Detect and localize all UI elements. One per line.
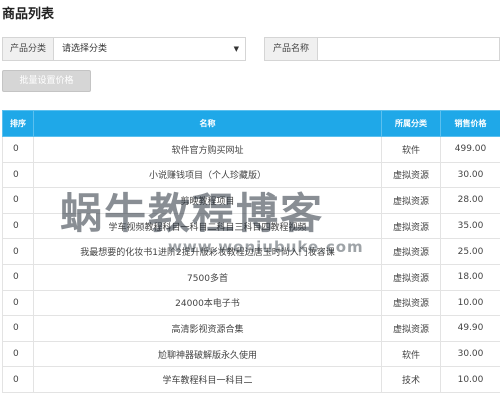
batch-set-price-button[interactable]: 批量设置价格 (2, 70, 91, 92)
table-header-row: 排序 名称 所属分类 销售价格 (2, 110, 500, 137)
filter-bar: 产品分类 请选择分类 ▼ 产品名称 (0, 37, 500, 61)
row-sort: 0 (2, 238, 34, 265)
row-sort: 0 (2, 289, 34, 317)
row-name: 学车教程科目一科目二 (33, 366, 382, 393)
row-category: 技术 (381, 366, 441, 393)
table-row[interactable]: 0 小说赚钱项目（个人珍藏版） 虚拟资源 30.00 (2, 161, 500, 189)
row-price: 35.00 (440, 212, 500, 240)
category-filter-label: 产品分类 (2, 37, 54, 61)
row-sort: 0 (2, 161, 34, 189)
table-row[interactable]: 0 学车视频教程科目一科目二科目三科目四教程视频 虚拟资源 35.00 (2, 212, 500, 240)
column-header-category[interactable]: 所属分类 (381, 110, 441, 137)
row-price: 18.00 (440, 263, 500, 291)
row-name: 小说赚钱项目（个人珍藏版） (33, 161, 382, 189)
row-name: 7500多首 (33, 263, 382, 291)
table-row[interactable]: 0 我最想要的化妆书1进阶2提升版彩妆教程边唐玉时尚入门妆容课 虚拟资源 25.… (2, 238, 500, 265)
row-price: 499.00 (440, 136, 500, 163)
row-name: 高清影视资源合集 (33, 315, 382, 342)
table-row[interactable]: 0 7500多首 虚拟资源 18.00 (2, 263, 500, 291)
row-name: 24000本电子书 (33, 289, 382, 317)
row-name: 学车视频教程科目一科目二科目三科目四教程视频 (33, 212, 382, 240)
row-category: 虚拟资源 (381, 212, 441, 240)
row-name: 剪映教程项目 (33, 187, 382, 214)
row-category: 虚拟资源 (381, 238, 441, 265)
row-sort: 0 (2, 340, 34, 368)
row-name: 我最想要的化妆书1进阶2提升版彩妆教程边唐玉时尚入门妆容课 (33, 238, 382, 265)
row-category: 软件 (381, 340, 441, 368)
row-category: 虚拟资源 (381, 161, 441, 189)
row-name: 软件官方购买网址 (33, 136, 382, 163)
row-category: 虚拟资源 (381, 263, 441, 291)
product-table: 排序 名称 所属分类 销售价格 0 软件官方购买网址 软件 499.00 0 小… (2, 110, 500, 393)
category-select-value: 请选择分类 (62, 44, 108, 54)
row-category: 软件 (381, 136, 441, 163)
table-row[interactable]: 0 剪映教程项目 虚拟资源 28.00 (2, 187, 500, 214)
row-sort: 0 (2, 187, 34, 214)
row-sort: 0 (2, 212, 34, 240)
column-header-name[interactable]: 名称 (33, 110, 382, 137)
row-price: 28.00 (440, 187, 500, 214)
column-header-price[interactable]: 销售价格 (440, 110, 500, 137)
row-category: 虚拟资源 (381, 187, 441, 214)
row-category: 虚拟资源 (381, 289, 441, 317)
row-sort: 0 (2, 136, 34, 163)
caret-down-icon: ▼ (233, 45, 239, 53)
row-price: 30.00 (440, 340, 500, 368)
row-price: 10.00 (440, 289, 500, 317)
category-select[interactable]: 请选择分类 ▼ (54, 37, 246, 61)
table-row[interactable]: 0 学车教程科目一科目二 技术 10.00 (2, 366, 500, 393)
row-price: 10.00 (440, 366, 500, 393)
row-price: 30.00 (440, 161, 500, 189)
row-sort: 0 (2, 263, 34, 291)
name-filter-label: 产品名称 (264, 37, 318, 61)
row-category: 虚拟资源 (381, 315, 441, 342)
column-header-sort[interactable]: 排序 (2, 110, 34, 137)
row-sort: 0 (2, 315, 34, 342)
table-row[interactable]: 0 高清影视资源合集 虚拟资源 49.90 (2, 315, 500, 342)
name-search-input[interactable] (318, 37, 500, 61)
table-row[interactable]: 0 24000本电子书 虚拟资源 10.00 (2, 289, 500, 317)
row-price: 49.90 (440, 315, 500, 342)
row-name: 尬聊神器破解版永久使用 (33, 340, 382, 368)
table-row[interactable]: 0 尬聊神器破解版永久使用 软件 30.00 (2, 340, 500, 368)
page-title: 商品列表 (2, 7, 55, 22)
row-price: 25.00 (440, 238, 500, 265)
table-row[interactable]: 0 软件官方购买网址 软件 499.00 (2, 136, 500, 163)
row-sort: 0 (2, 366, 34, 393)
